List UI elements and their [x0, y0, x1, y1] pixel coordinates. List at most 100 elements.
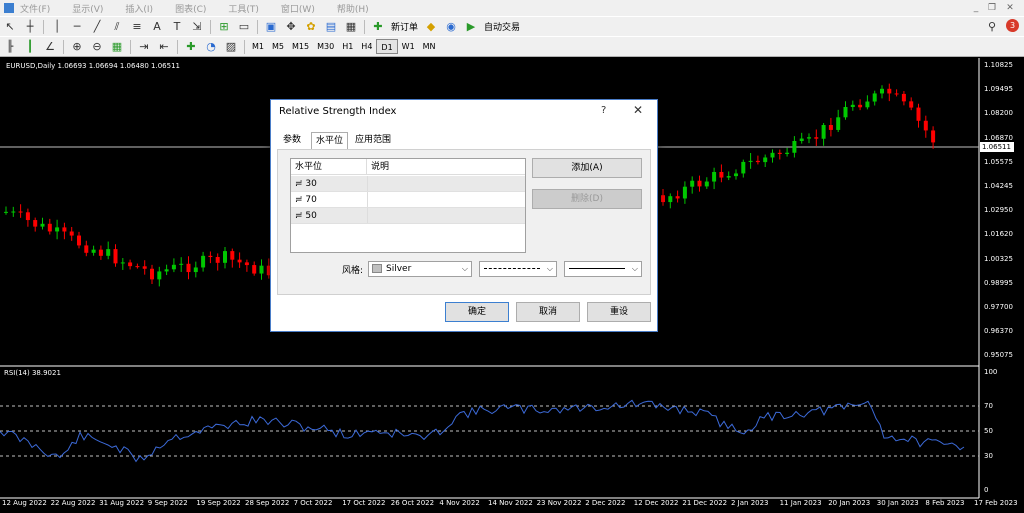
cancel-button[interactable]: 取消	[516, 302, 580, 322]
new-chart-icon[interactable]: ⊞	[215, 19, 233, 35]
channel-icon[interactable]: ⫽	[108, 19, 126, 35]
timeframe-m1[interactable]: M1	[248, 39, 268, 54]
signals-icon[interactable]: ◉	[442, 19, 460, 35]
add-level-button[interactable]: 添加(A)	[532, 158, 642, 178]
cursor-icon[interactable]: ↖	[1, 19, 19, 35]
arrow-shapes-icon[interactable]: ⇲	[188, 19, 206, 35]
close-window-icon[interactable]: ✕	[1004, 2, 1016, 14]
templates-icon[interactable]: ▨	[222, 39, 240, 55]
table-row[interactable]: ≓ 50	[291, 208, 525, 224]
candlestick-icon[interactable]: ┃	[21, 39, 39, 55]
tab-parameters[interactable]: 参数	[279, 132, 305, 149]
terminal-icon[interactable]: ▤	[322, 19, 340, 35]
candle-body	[909, 101, 914, 108]
menu-window[interactable]: 窗口(W)	[281, 2, 315, 15]
data-window-icon[interactable]: ✿	[302, 19, 320, 35]
line-style-select[interactable]: ⌵	[479, 261, 557, 277]
close-icon[interactable]: ✕	[633, 103, 643, 117]
profiles-icon[interactable]: ▭	[235, 19, 253, 35]
level-description[interactable]	[367, 176, 525, 191]
candle-body	[814, 137, 819, 139]
date-axis-label: 2 Dec 2022	[585, 499, 626, 507]
auto-trading-icon[interactable]: ▶	[462, 19, 480, 35]
line-chart-icon[interactable]: ∠	[41, 39, 59, 55]
fibonacci-icon[interactable]: ≡	[128, 19, 146, 35]
vertical-line-icon[interactable]: │	[48, 19, 66, 35]
timeframe-w1[interactable]: W1	[398, 39, 419, 54]
table-row[interactable]: ≓ 30	[291, 176, 525, 192]
ok-button[interactable]: 确定	[445, 302, 509, 322]
candle-body	[25, 212, 30, 221]
candle-body	[850, 104, 855, 108]
price-axis-label: 1.10825	[984, 61, 1013, 69]
new-order-icon[interactable]: ✚	[369, 19, 387, 35]
timeframe-m30[interactable]: M30	[313, 39, 338, 54]
candle-body	[113, 249, 118, 264]
metaeditor-icon[interactable]: ◆	[422, 19, 440, 35]
reset-button[interactable]: 重设	[587, 302, 651, 322]
help-icon[interactable]: ?	[601, 105, 606, 116]
chart-shift-icon[interactable]: ⇤	[155, 39, 173, 55]
new-order-button[interactable]: 新订单	[391, 20, 418, 33]
delete-level-button[interactable]: 删除(D)	[532, 189, 642, 209]
timeframe-h4[interactable]: H4	[357, 39, 376, 54]
trendline-icon[interactable]: ╱	[88, 19, 106, 35]
periods-icon[interactable]: ◔	[202, 39, 220, 55]
candle-body	[171, 264, 176, 270]
table-row[interactable]: ≓ 70	[291, 192, 525, 208]
navigator-icon[interactable]: ✥	[282, 19, 300, 35]
search-icon[interactable]: ⚲	[983, 19, 1001, 35]
timeframe-m15[interactable]: M15	[288, 39, 313, 54]
menu-help[interactable]: 帮助(H)	[337, 2, 369, 15]
crosshair-icon[interactable]: ┼	[21, 19, 39, 35]
candle-body	[755, 160, 760, 163]
date-axis-label: 8 Feb 2023	[925, 499, 965, 507]
candle-body	[91, 249, 96, 253]
separator	[130, 39, 131, 54]
candle-body	[223, 251, 227, 263]
timeframe-mn[interactable]: MN	[419, 39, 440, 54]
market-watch-icon[interactable]: ▣	[262, 19, 280, 35]
menu-charts[interactable]: 图表(C)	[175, 2, 206, 15]
date-axis-label: 22 Aug 2022	[50, 499, 96, 507]
bar-chart-icon[interactable]: ╟	[1, 39, 19, 55]
menu-tools[interactable]: 工具(T)	[228, 2, 259, 15]
candle-body	[128, 262, 133, 267]
level-description[interactable]	[367, 192, 525, 207]
indicators-icon[interactable]: ✚	[182, 39, 200, 55]
line-width-select[interactable]: ⌵	[564, 261, 642, 277]
level-description[interactable]	[367, 208, 525, 223]
candle-body	[865, 101, 870, 108]
minimize-icon[interactable]: _	[970, 2, 982, 14]
menu-insert[interactable]: 插入(I)	[125, 2, 153, 15]
zoom-in-icon[interactable]: ⊕	[68, 39, 86, 55]
candle-body	[821, 125, 826, 139]
menu-view[interactable]: 显示(V)	[72, 2, 103, 15]
text-tool-icon[interactable]: A	[148, 19, 166, 35]
tile-windows-icon[interactable]: ▦	[108, 39, 126, 55]
strategy-tester-icon[interactable]: ▦	[342, 19, 360, 35]
tab-visualization[interactable]: 应用范围	[351, 132, 395, 149]
menu-file[interactable]: 文件(F)	[20, 2, 50, 15]
candle-body	[675, 196, 680, 199]
restore-icon[interactable]: ❐	[986, 2, 998, 14]
notification-badge[interactable]: 3	[1006, 19, 1019, 32]
timeframe-h1[interactable]: H1	[338, 39, 357, 54]
date-axis-label: 26 Oct 2022	[390, 499, 435, 507]
price-axis-label: 1.02950	[984, 206, 1013, 215]
auto-scroll-icon[interactable]: ⇥	[135, 39, 153, 55]
date-axis-label: 4 Nov 2022	[439, 499, 480, 507]
candle-body	[931, 130, 936, 143]
text-label-icon[interactable]: T	[168, 19, 186, 35]
candle-body	[230, 251, 235, 260]
candle-body	[682, 186, 687, 199]
horizontal-line-icon[interactable]: ─	[68, 19, 86, 35]
zoom-out-icon[interactable]: ⊖	[88, 39, 106, 55]
chevron-down-icon: ⌵	[631, 264, 638, 273]
timeframe-m5[interactable]: M5	[268, 39, 288, 54]
rsi-axis-label: 50	[984, 427, 993, 435]
tab-levels[interactable]: 水平位	[311, 132, 349, 149]
auto-trading-button[interactable]: 自动交易	[484, 20, 520, 33]
timeframe-d1[interactable]: D1	[376, 39, 398, 54]
color-select[interactable]: Silver ⌵	[368, 261, 472, 277]
